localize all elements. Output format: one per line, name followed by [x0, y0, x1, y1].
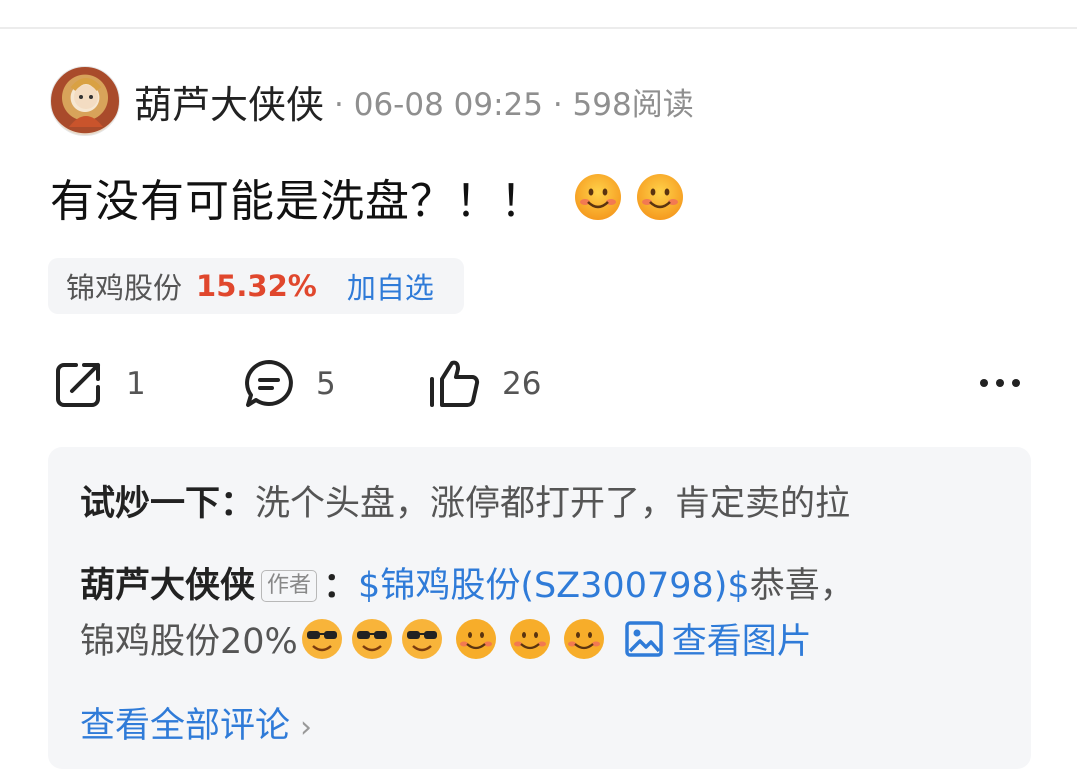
avatar[interactable]: [50, 66, 120, 136]
image-icon[interactable]: [624, 619, 664, 659]
action-bar: 1 5 26: [50, 355, 1025, 413]
comment-user[interactable]: 试炒一下: [80, 484, 220, 524]
share-button[interactable]: 1: [50, 355, 146, 413]
post-text: 有没有可能是洗盘？！！: [50, 176, 545, 227]
smile-emoji: [508, 617, 552, 661]
smile-emoji: [562, 617, 606, 661]
cool-emoji: [300, 617, 344, 661]
share-icon: [56, 363, 100, 407]
stock-chip[interactable]: 锦鸡股份 15.32% 加自选: [48, 258, 464, 314]
comment-separator: ：: [323, 566, 359, 606]
stock-change: 15.32%: [196, 269, 317, 303]
post-header: 葫芦大侠侠 · 06-08 09:25 · 598阅读: [50, 66, 694, 136]
thumbs-up-icon: [430, 360, 480, 407]
post-meta: · 06-08 09:25 · 598阅读: [334, 86, 694, 123]
view-image-link[interactable]: 查看图片: [672, 613, 812, 664]
comment-text: 恭喜，: [749, 566, 855, 606]
comments-panel: 试炒一下：洗个头盘，涨停都打开了，肯定卖的拉 葫芦大侠侠 作者 ：$锦鸡股份(SZ3…: [48, 447, 1031, 769]
comment-button[interactable]: 5: [240, 355, 336, 413]
view-all-comments-link[interactable]: 查看全部评论 ›: [80, 697, 312, 748]
comment-separator: ：: [220, 484, 256, 524]
like-button[interactable]: 26: [426, 355, 541, 413]
stock-name: 锦鸡股份: [66, 271, 183, 305]
cool-emoji: [350, 617, 394, 661]
share-count: 1: [126, 366, 146, 402]
author-name[interactable]: 葫芦大侠侠: [134, 74, 324, 129]
comment-user[interactable]: 葫芦大侠侠: [80, 566, 255, 606]
comment-item[interactable]: 试炒一下：洗个头盘，涨停都打开了，肯定卖的拉: [80, 475, 850, 526]
comment-continuation: 锦鸡股份20% 查看图片: [80, 613, 812, 664]
comment-count: 5: [316, 366, 336, 402]
smile-emoji: [635, 172, 685, 222]
comment-item[interactable]: 葫芦大侠侠 作者 ：$锦鸡股份(SZ300798)$恭喜，: [80, 557, 855, 608]
post-content: 有没有可能是洗盘？！！: [50, 165, 685, 229]
author-badge: 作者: [261, 570, 318, 602]
comment-text: 锦鸡股份20%: [80, 622, 298, 662]
smile-emoji: [454, 617, 498, 661]
top-divider: [0, 27, 1077, 29]
comment-icon: [245, 360, 293, 407]
chevron-right-icon: ›: [300, 710, 313, 745]
like-count: 26: [502, 366, 542, 402]
comment-text: 洗个头盘，涨停都打开了，肯定卖的拉: [255, 484, 851, 524]
stock-link[interactable]: $锦鸡股份(SZ300798)$: [358, 566, 750, 606]
view-all-label: 查看全部评论: [80, 706, 291, 746]
smile-emoji: [573, 172, 623, 222]
more-icon[interactable]: [975, 363, 1025, 403]
cool-emoji: [400, 617, 444, 661]
add-watchlist-button[interactable]: 加自选: [347, 265, 434, 307]
